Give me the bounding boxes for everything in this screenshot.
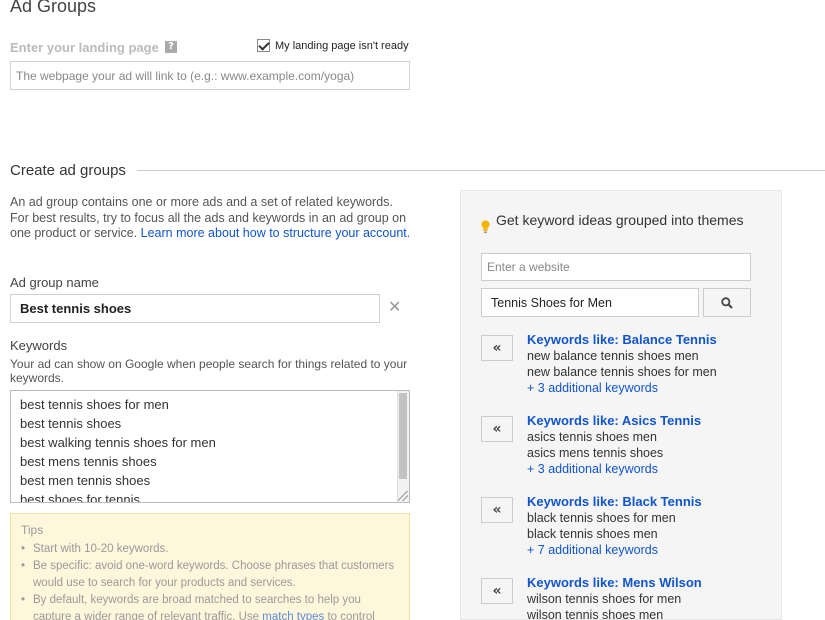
landing-not-ready-option[interactable]: My landing page isn't ready <box>257 39 409 52</box>
tips-box: Tips Start with 10-20 keywords. Be speci… <box>10 513 410 620</box>
landing-not-ready-label: My landing page isn't ready <box>275 39 409 52</box>
keywords-label: Keywords <box>10 338 68 353</box>
clear-icon[interactable]: ✕ <box>388 297 401 317</box>
landing-not-ready-checkbox[interactable] <box>257 39 270 52</box>
help-icon[interactable]: ? <box>165 41 177 53</box>
keywords-scrollbar[interactable] <box>397 391 409 502</box>
keyword-group-keyword: black tennis shoes men <box>527 527 658 541</box>
lightbulb-icon <box>481 220 490 233</box>
resize-handle-icon[interactable] <box>398 491 408 501</box>
keyword-group-keyword: black tennis shoes for men <box>527 511 676 525</box>
keyword-group-keyword: new balance tennis shoes for men <box>527 365 717 379</box>
section-title: Create ad groups <box>10 162 126 179</box>
add-group-button[interactable]: « <box>481 497 513 523</box>
keywords-help-text: Your ad can show on Google when people s… <box>10 357 408 385</box>
keyword-line: best men tennis shoes <box>20 473 151 488</box>
keyword-ideas-title: Get keyword ideas grouped into themes <box>496 212 744 228</box>
keyword-line: best mens tennis shoes <box>20 454 157 469</box>
add-group-button[interactable]: « <box>481 578 513 604</box>
search-icon <box>721 296 733 309</box>
page-title: Ad Groups <box>10 0 97 16</box>
keyword-group-keyword: wilson tennis shoes men <box>527 608 664 620</box>
add-group-button[interactable]: « <box>481 335 513 361</box>
keyword-group-title[interactable]: Keywords like: Asics Tennis <box>527 412 777 429</box>
keyword-line: best tennis shoes for men <box>20 397 169 412</box>
intro-period: . <box>406 226 411 240</box>
tip-item: Start with 10-20 keywords. <box>21 541 399 558</box>
keywords-textarea[interactable]: best tennis shoes for men best tennis sh… <box>10 390 410 503</box>
tips-title: Tips <box>21 523 44 537</box>
keyword-group-keyword: new balance tennis shoes men <box>527 349 699 363</box>
landing-page-input[interactable] <box>10 61 410 90</box>
intro-text: An ad group contains one or more ads and… <box>10 195 415 242</box>
ad-group-name-label: Ad group name <box>10 275 99 290</box>
website-input[interactable] <box>481 253 751 281</box>
keyword-group-title[interactable]: Keywords like: Balance Tennis <box>527 331 777 348</box>
learn-more-link[interactable]: Learn more about how to structure your a… <box>141 226 407 240</box>
tip-item: By default, keywords are broad matched t… <box>21 592 399 620</box>
tip-item: Be specific: avoid one-word keywords. Ch… <box>21 558 399 592</box>
keywords-scrollbar-thumb[interactable] <box>399 393 407 479</box>
ad-group-name-input[interactable] <box>10 294 380 323</box>
landing-page-label: Enter your landing page <box>10 40 159 55</box>
tip-text-continued: to control <box>327 611 375 620</box>
additional-keywords-link[interactable]: + 3 additional keywords <box>527 380 777 396</box>
keyword-group-title[interactable]: Keywords like: Black Tennis <box>527 493 777 510</box>
match-types-link[interactable]: match types <box>262 611 324 620</box>
search-button[interactable] <box>703 288 751 317</box>
keyword-group-title[interactable]: Keywords like: Mens Wilson <box>527 574 777 591</box>
additional-keywords-link[interactable]: + 7 additional keywords <box>527 542 777 558</box>
additional-keywords-link[interactable]: + 3 additional keywords <box>527 461 777 477</box>
keyword-group-keyword: asics mens tennis shoes <box>527 446 664 460</box>
keyword-line: best tennis shoes <box>20 416 122 431</box>
keyword-group-keyword: wilson tennis shoes for men <box>527 592 682 606</box>
theme-search-input[interactable] <box>481 288 699 317</box>
section-divider <box>137 170 825 171</box>
keyword-line: best walking tennis shoes for men <box>20 435 216 450</box>
add-group-button[interactable]: « <box>481 416 513 442</box>
keyword-line: best shoes for tennis <box>20 492 140 503</box>
keyword-group-keyword: asics tennis shoes men <box>527 430 657 444</box>
